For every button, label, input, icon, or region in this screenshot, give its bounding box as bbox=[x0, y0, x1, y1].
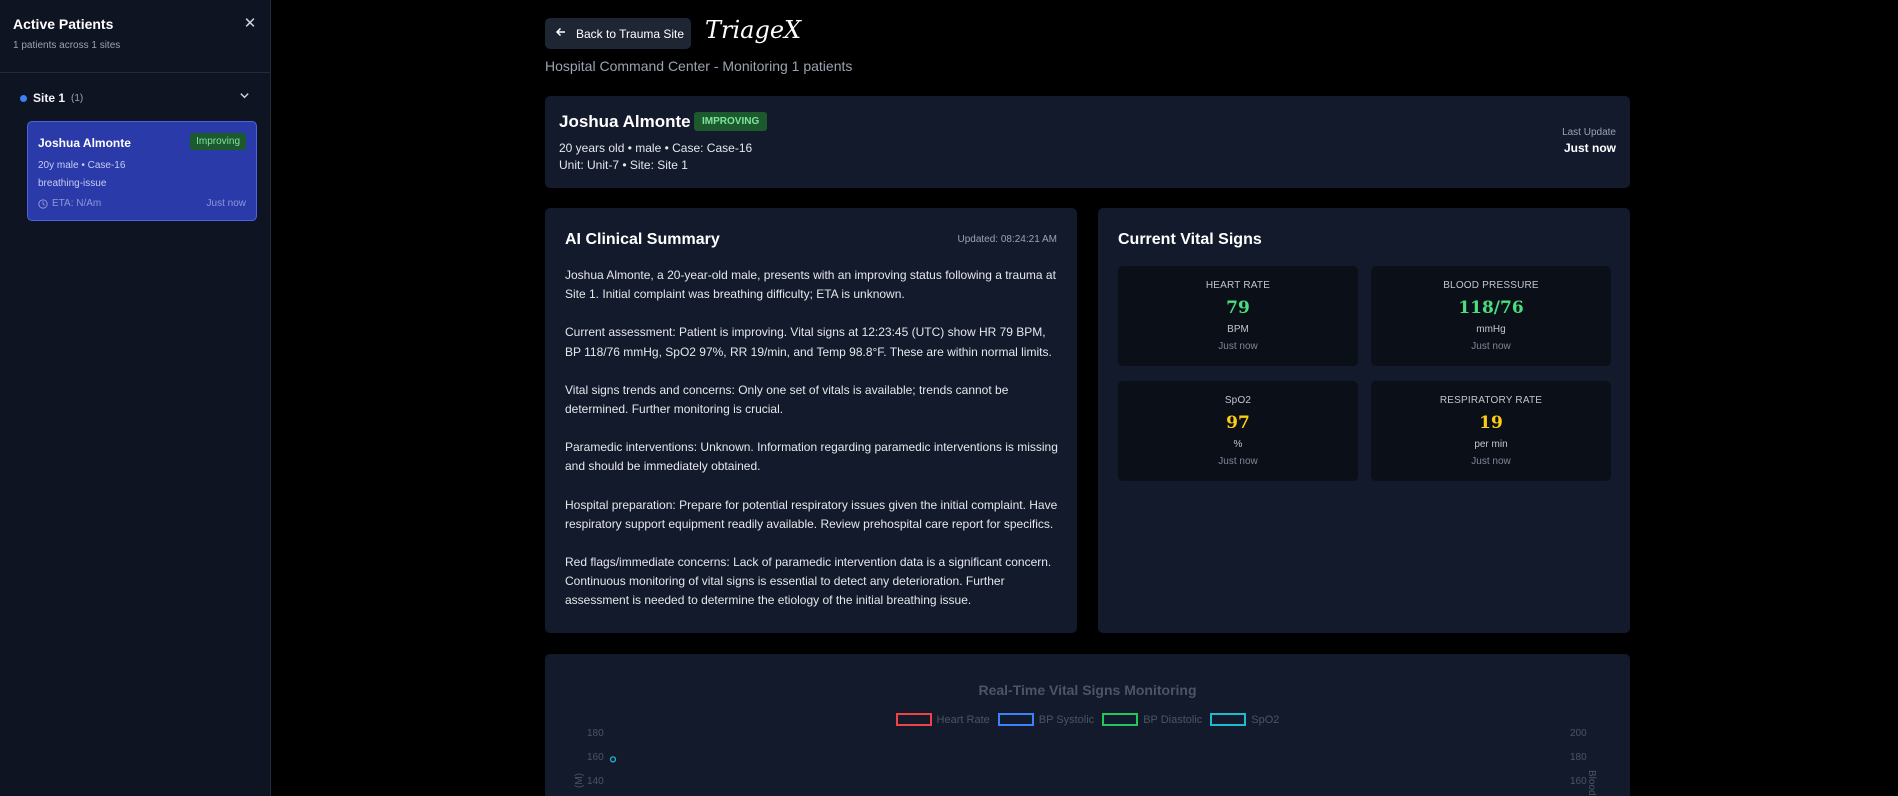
summary-updated-time: Updated: 08:24:21 AM bbox=[957, 234, 1057, 245]
sidebar-divider bbox=[0, 72, 271, 73]
vital-time: Just now bbox=[1218, 456, 1258, 467]
vital-value: 19 bbox=[1479, 413, 1503, 433]
brand-logo: TriageX bbox=[705, 16, 802, 44]
summary-paragraph: Hospital preparation: Prepare for potent… bbox=[565, 497, 1058, 531]
page-subtitle: Hospital Command Center - Monitoring 1 p… bbox=[545, 58, 853, 74]
patient-card-demographics: 20y male • Case-16 bbox=[38, 160, 126, 171]
vitals-title: Current Vital Signs bbox=[1118, 231, 1262, 248]
vital-card-heart-rate: HEART RATE 79 BPM Just now bbox=[1118, 266, 1358, 366]
last-update-value: Just now bbox=[1563, 141, 1616, 155]
vital-card-respiratory-rate: RESPIRATORY RATE 19 per min Just now bbox=[1371, 381, 1611, 481]
back-to-trauma-site-button[interactable]: Back to Trauma Site bbox=[545, 18, 691, 49]
chevron-down-icon[interactable] bbox=[239, 90, 250, 104]
patient-card-status-badge: Improving bbox=[190, 133, 246, 150]
vital-time: Just now bbox=[1471, 341, 1511, 352]
sidebar-header: Active Patients 1 patients across 1 site… bbox=[13, 16, 258, 52]
sidebar-subtitle: 1 patients across 1 sites bbox=[13, 40, 121, 51]
summary-body: Joshua Almonte, a 20-year-old male, pres… bbox=[565, 266, 1060, 630]
vital-value: 118/76 bbox=[1458, 298, 1524, 318]
site-count: (1) bbox=[71, 92, 84, 104]
patient-status-badge: IMPROVING bbox=[694, 112, 768, 131]
ai-clinical-summary-panel: AI Clinical Summary Updated: 08:24:21 AM… bbox=[545, 208, 1077, 633]
vital-unit: BPM bbox=[1227, 324, 1249, 335]
chart-plot-area bbox=[609, 756, 617, 763]
summary-paragraph: Vital signs trends and concerns: Only on… bbox=[565, 382, 1009, 417]
patient-card-eta: ETA: N/Am bbox=[38, 198, 101, 209]
last-update-label: Last Update bbox=[1562, 127, 1616, 138]
vital-card-blood-pressure: BLOOD PRESSURE 118/76 mmHg Just now bbox=[1371, 266, 1611, 366]
vital-value: 79 bbox=[1226, 298, 1250, 318]
vital-card-spo2: SpO2 97 % Just now bbox=[1118, 381, 1358, 481]
back-button-label: Back to Trauma Site bbox=[576, 26, 685, 41]
sidebar-title: Active Patients bbox=[13, 16, 114, 32]
vital-time: Just now bbox=[1218, 341, 1258, 352]
patient-card-time: Just now bbox=[206, 198, 246, 209]
vital-label: RESPIRATORY RATE bbox=[1439, 395, 1543, 406]
vital-label: BLOOD PRESSURE bbox=[1443, 280, 1539, 291]
site-status-dot bbox=[20, 94, 27, 102]
patient-demographics: 20 years old • male • Case: Case-16 bbox=[559, 141, 753, 155]
site-label: Site 1 bbox=[33, 91, 66, 105]
summary-paragraph: Joshua Almonte, a 20-year-old male, pres… bbox=[565, 268, 1056, 302]
sidebar: Active Patients 1 patients across 1 site… bbox=[0, 0, 271, 796]
patient-card-name: Joshua Almonte bbox=[38, 136, 131, 150]
vital-label: SpO2 bbox=[1224, 395, 1252, 406]
patient-card[interactable]: Joshua Almonte Improving 20y male • Case… bbox=[27, 121, 257, 221]
patient-card-complaint: breathing-issue bbox=[38, 178, 107, 189]
summary-paragraph: Red flags/immediate concerns: Lack of pa… bbox=[565, 555, 1052, 608]
arrow-left-icon bbox=[555, 26, 567, 41]
vital-signs-chart-panel: Real-Time Vital Signs Monitoring Heart R… bbox=[545, 654, 1630, 796]
patient-name: Joshua Almonte bbox=[559, 112, 691, 131]
clock-icon bbox=[38, 198, 48, 209]
vital-value: 97 bbox=[1226, 413, 1250, 433]
summary-paragraph: Current assessment: Patient is improving… bbox=[565, 325, 1052, 359]
summary-paragraph: Paramedic interventions: Unknown. Inform… bbox=[565, 440, 1058, 474]
summary-title: AI Clinical Summary bbox=[565, 231, 720, 248]
vital-unit: % bbox=[1233, 439, 1243, 450]
data-point bbox=[609, 756, 617, 763]
close-icon[interactable]: ✕ bbox=[242, 16, 258, 32]
patient-card-eta-text: ETA: N/Am bbox=[52, 198, 102, 209]
vital-unit: mmHg bbox=[1476, 324, 1506, 335]
vital-label: HEART RATE bbox=[1205, 280, 1271, 291]
patient-header-panel: Joshua Almonte IMPROVING 20 years old • … bbox=[545, 96, 1630, 188]
current-vital-signs-panel: Current Vital Signs HEART RATE 79 BPM Ju… bbox=[1098, 208, 1630, 633]
site-group-toggle[interactable]: Site 1 (1) bbox=[20, 90, 250, 106]
patient-unit-site: Unit: Unit-7 • Site: Site 1 bbox=[559, 158, 688, 172]
vital-unit: per min bbox=[1474, 439, 1508, 450]
vital-time: Just now bbox=[1471, 456, 1511, 467]
